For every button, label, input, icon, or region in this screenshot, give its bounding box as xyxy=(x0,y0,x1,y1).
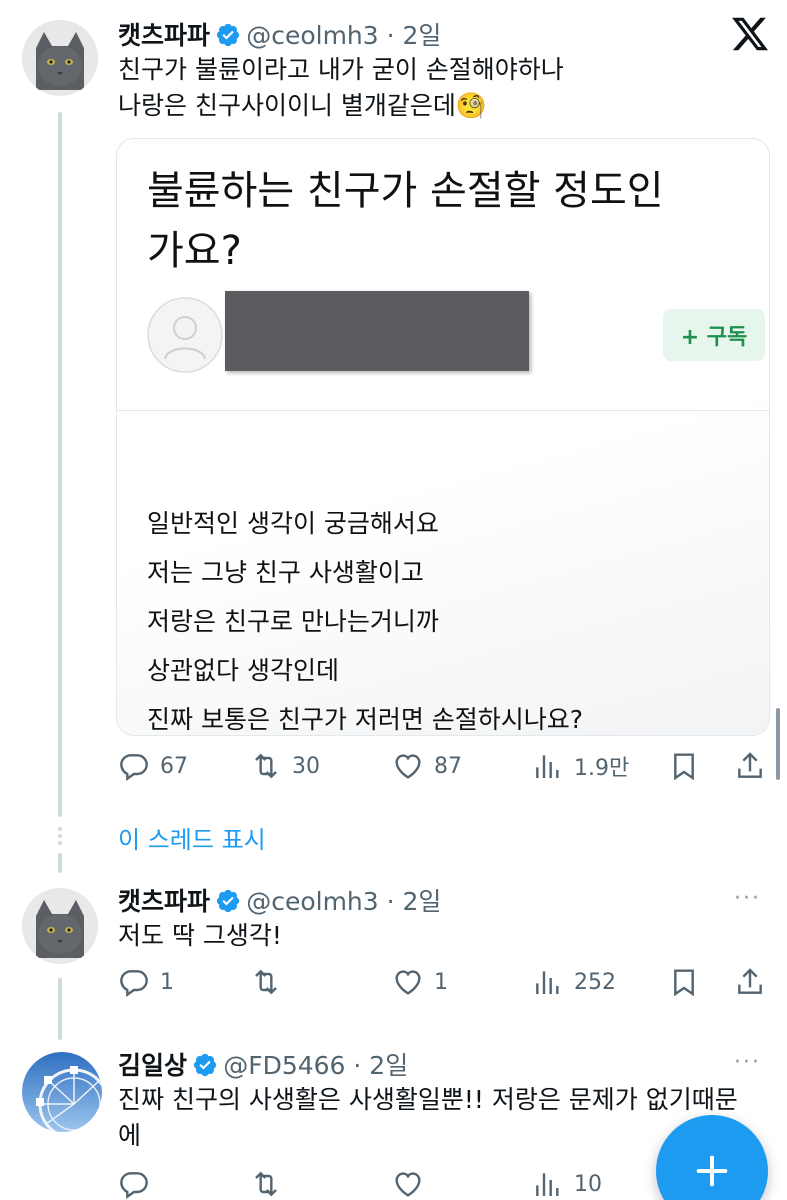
view-count: 10 xyxy=(574,1171,602,1197)
tweet-header: 김일상 @FD5466 · 2일 xyxy=(118,1046,408,1082)
x-logo-icon[interactable] xyxy=(730,14,770,54)
display-name[interactable]: 캣츠파파 xyxy=(118,887,210,916)
views-icon xyxy=(536,1173,559,1196)
like-count: 87 xyxy=(434,753,462,779)
handle-and-time[interactable]: @FD5466 · 2일 xyxy=(223,1051,408,1080)
like-count: 1 xyxy=(434,969,448,995)
retweet-button[interactable]: 30 xyxy=(250,750,320,782)
scrollbar-thumb[interactable] xyxy=(776,708,780,780)
view-count: 252 xyxy=(574,969,616,995)
views-button[interactable]: 252 xyxy=(532,966,616,998)
card-title-line: 불륜하는 친구가 손절할 정도인 xyxy=(147,168,664,214)
card-body-line: 일반적인 생각이 궁금해서요 xyxy=(147,509,439,538)
card-title: 불륜하는 친구가 손절할 정도인 가요? xyxy=(147,161,747,281)
media-card[interactable]: 불륜하는 친구가 손절할 정도인 가요? + 구독 일반적인 생각이 궁금해서요… xyxy=(116,138,770,736)
tweet-text-line: 친구가 불륜이라고 내가 굳이 손절해야하나 xyxy=(118,55,564,84)
display-name[interactable]: 캣츠파파 xyxy=(118,21,210,50)
retweet-icon xyxy=(255,753,277,779)
thread-line xyxy=(58,853,62,873)
reply-button[interactable]: 1 xyxy=(118,966,174,998)
more-options-button[interactable]: ··· xyxy=(734,886,761,911)
avatar-cat[interactable] xyxy=(22,888,98,964)
reply-icon xyxy=(120,1172,148,1199)
subscribe-button[interactable]: + 구독 xyxy=(663,309,765,361)
thread-line xyxy=(58,112,62,817)
views-icon xyxy=(536,971,559,994)
heart-icon xyxy=(395,754,421,779)
more-options-button[interactable]: ··· xyxy=(734,1050,761,1075)
handle-and-time[interactable]: @ceolmh3 · 2일 xyxy=(246,887,441,916)
heart-icon xyxy=(395,1172,421,1197)
tweet-text-line: 저도 딱 그생각! xyxy=(118,921,282,950)
tweet-text-line: 나랑은 친구사이이니 별개같은데🧐 xyxy=(118,91,488,120)
share-button[interactable] xyxy=(734,966,766,998)
card-divider xyxy=(117,410,769,411)
redacted-author-name xyxy=(225,291,529,371)
display-name[interactable]: 김일상 xyxy=(118,1051,187,1080)
avatar-ferris-wheel[interactable] xyxy=(22,1052,102,1132)
verified-badge-icon xyxy=(215,888,241,914)
plus-icon xyxy=(696,1155,728,1187)
retweet-button[interactable] xyxy=(250,1168,282,1200)
thread-line xyxy=(58,978,62,1040)
handle-and-time[interactable]: @ceolmh3 · 2일 xyxy=(246,21,441,50)
views-button[interactable]: 10 xyxy=(532,1168,602,1200)
retweet-icon xyxy=(255,1171,277,1197)
retweet-icon xyxy=(255,969,277,995)
card-body-line: 저랑은 친구로 만나는거니까 xyxy=(147,607,439,636)
reply-icon xyxy=(120,754,148,781)
share-icon xyxy=(738,968,762,994)
verified-badge-icon xyxy=(192,1052,218,1078)
reply-button[interactable] xyxy=(118,1168,150,1200)
reply-count: 67 xyxy=(160,753,188,779)
card-body-line: 저는 그냥 친구 사생활이고 xyxy=(147,558,424,587)
like-button[interactable]: 1 xyxy=(392,966,448,998)
tweet-header: 캣츠파파 @ceolmh3 · 2일 xyxy=(118,16,441,52)
card-body-line: 상관없다 생각인데 xyxy=(147,656,339,685)
show-thread-link[interactable]: 이 스레드 표시 xyxy=(118,820,266,855)
views-icon xyxy=(536,755,559,778)
tweet-header: 캣츠파파 @ceolmh3 · 2일 xyxy=(118,882,441,918)
reply-icon xyxy=(120,970,148,997)
verified-badge-icon xyxy=(215,22,241,48)
heart-icon xyxy=(395,970,421,995)
reply-button[interactable]: 67 xyxy=(118,750,188,782)
avatar-cat[interactable] xyxy=(22,20,98,96)
bookmark-icon xyxy=(674,753,694,781)
tweet-text: 친구가 불륜이라고 내가 굳이 손절해야하나 나랑은 친구사이이니 별개같은데🧐 xyxy=(118,52,758,124)
share-icon xyxy=(738,752,762,778)
card-body-line: 진짜 보통은 친구가 저러면 손절하시나요? xyxy=(147,705,584,734)
view-count: 1.9만 xyxy=(574,756,630,781)
card-author-avatar xyxy=(147,297,223,373)
like-button[interactable]: 87 xyxy=(392,750,462,782)
card-title-line: 가요? xyxy=(147,228,242,274)
tweet-text-line: 진짜 친구의 사생활은 사생활일뿐!! 저랑은 문제가 없기때문 xyxy=(118,1085,738,1114)
tweet-text: 저도 딱 그생각! xyxy=(118,918,758,954)
reply-count: 1 xyxy=(160,969,174,995)
bookmark-button[interactable] xyxy=(668,750,700,782)
bookmark-icon xyxy=(674,969,694,997)
retweet-button[interactable] xyxy=(250,966,292,998)
bookmark-button[interactable] xyxy=(668,966,700,998)
retweet-count: 30 xyxy=(292,753,320,779)
card-body: 일반적인 생각이 궁금해서요 저는 그냥 친구 사생활이고 저랑은 친구로 만나… xyxy=(147,499,747,735)
like-button[interactable] xyxy=(392,1168,424,1200)
thread-dots xyxy=(57,826,63,846)
share-button[interactable] xyxy=(734,750,766,782)
views-button[interactable]: 1.9만 xyxy=(532,750,629,782)
